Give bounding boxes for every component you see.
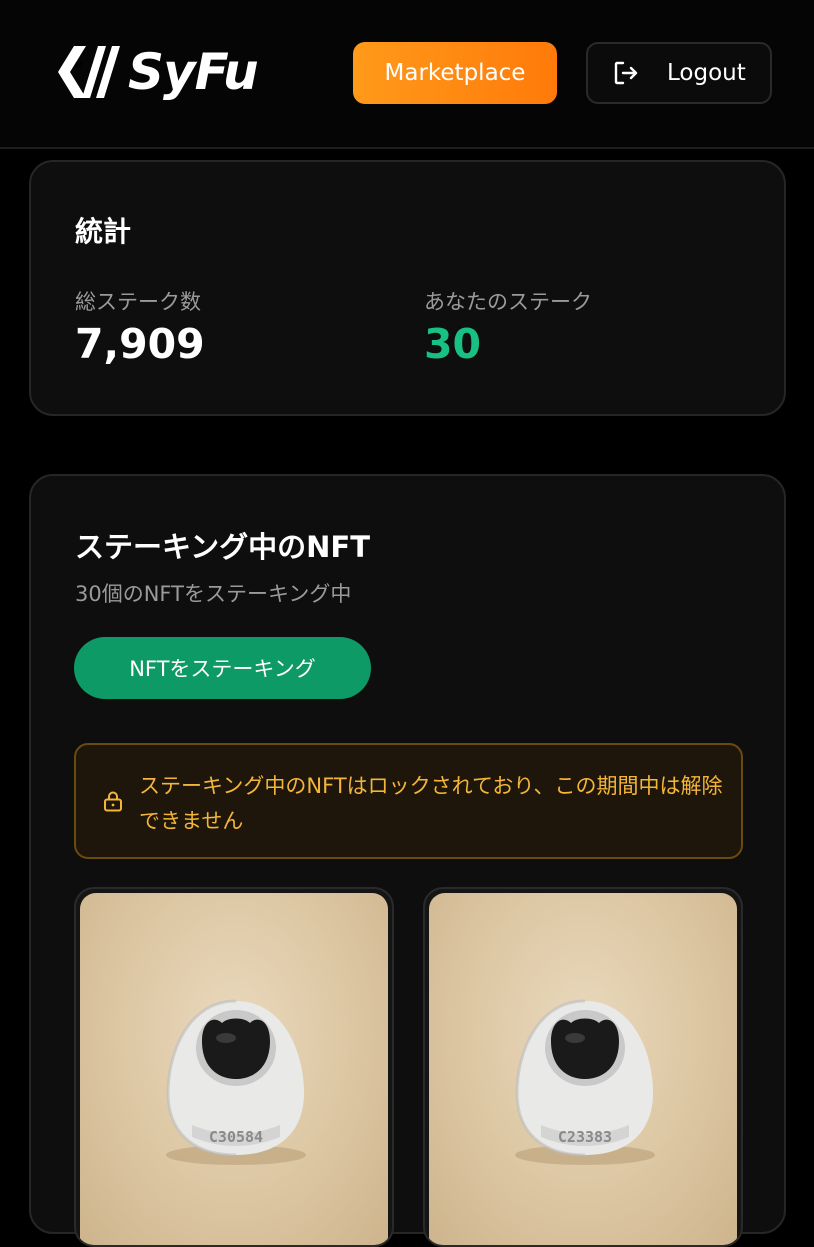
syfu-logo[interactable]: SyFu — [52, 40, 282, 104]
staking-title: ステーキング中のNFT — [75, 530, 370, 564]
stats-card: 統計 総ステーク数 7,909 あなたのステーク 30 — [29, 160, 786, 416]
lock-warning-text: ステーキング中のNFTはロックされており、この期間中は解除できません — [139, 774, 723, 833]
marketplace-button[interactable]: Marketplace — [353, 42, 557, 104]
total-stake-label: 総ステーク数 — [75, 290, 201, 314]
logo-text: SyFu — [128, 43, 259, 101]
nft-code: C23383 — [558, 1128, 612, 1146]
logout-button[interactable]: Logout — [586, 42, 772, 104]
marketplace-button-label: Marketplace — [384, 60, 526, 86]
lock-icon — [104, 791, 122, 812]
stake-nft-button-label: NFTをステーキング — [129, 657, 316, 681]
lock-warning-banner: ステーキング中のNFTはロックされており、この期間中は解除できません — [74, 743, 743, 859]
egg-robot-nft-image: C23383 — [429, 893, 737, 1245]
nft-card[interactable]: C23383 — [423, 887, 743, 1247]
egg-robot-nft-image: C30584 — [80, 893, 388, 1245]
your-stake-value: 30 — [424, 320, 482, 368]
stats-title: 統計 — [75, 215, 132, 248]
stake-nft-button[interactable]: NFTをステーキング — [74, 637, 371, 699]
syfu-logo-mark-icon — [58, 46, 120, 98]
staking-card: ステーキング中のNFT 30個のNFTをステーキング中 NFTをステーキング ス… — [29, 474, 786, 1247]
logout-button-label: Logout — [667, 60, 746, 86]
total-stake-value: 7,909 — [75, 320, 205, 368]
nft-card[interactable]: C30584 — [74, 887, 394, 1247]
staking-subtitle: 30個のNFTをステーキング中 — [75, 582, 352, 606]
app-header: SyFu Marketplace Logout — [0, 0, 814, 149]
your-stake-label: あなたのステーク — [424, 290, 592, 314]
logout-icon — [614, 61, 638, 85]
nft-code: C30584 — [209, 1128, 263, 1146]
